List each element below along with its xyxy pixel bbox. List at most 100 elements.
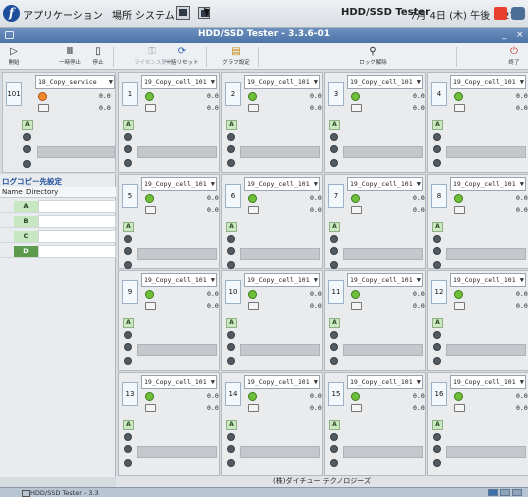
menu-applications[interactable]: アプリケーション xyxy=(23,7,103,22)
menu-places[interactable]: 場所 xyxy=(112,7,132,22)
cell-config-select[interactable]: 19_Copy_cell_101 ▼ xyxy=(450,273,526,287)
slot-a-badge[interactable]: A xyxy=(226,318,237,328)
log-copy-row[interactable]: B xyxy=(0,214,116,228)
cell-number[interactable]: 1 xyxy=(122,82,138,106)
cell-number[interactable]: 10 xyxy=(225,280,241,304)
slot-a-badge[interactable]: A xyxy=(226,222,237,232)
slot-a-badge[interactable]: A xyxy=(22,120,33,130)
cell-config-select[interactable]: 19_Copy_cell_101 ▼ xyxy=(141,177,217,191)
log-copy-directory-field[interactable] xyxy=(38,245,116,258)
update-notifier-icon[interactable] xyxy=(494,7,507,20)
slot-a-badge[interactable]: A xyxy=(432,420,443,430)
status-dot-icon xyxy=(124,445,132,453)
slot-a-badge[interactable]: A xyxy=(226,420,237,430)
cell-number[interactable]: 3 xyxy=(328,82,344,106)
status-dot-icon xyxy=(23,145,31,153)
cell-value-2: 0.0 xyxy=(207,206,219,214)
cell-number[interactable]: 9 xyxy=(122,280,138,304)
cell-value-1: 0.0 xyxy=(207,92,219,100)
cell-config-select[interactable]: 19_Copy_cell_101 ▼ xyxy=(141,273,217,287)
cell-config-select[interactable]: 19_Copy_cell_101 ▼ xyxy=(244,375,320,389)
slot-a-badge[interactable]: A xyxy=(329,222,340,232)
slot-a-badge[interactable]: A xyxy=(329,420,340,430)
cell-number[interactable]: 2 xyxy=(225,82,241,106)
cell-number[interactable]: 6 xyxy=(225,184,241,208)
slot-a-badge[interactable]: A xyxy=(226,120,237,130)
slot-a-badge[interactable]: A xyxy=(123,222,134,232)
graph-settings-button[interactable]: ▤ グラフ設定 xyxy=(218,46,254,66)
taskbar-window-button[interactable]: HDD/SSD Tester - 3.3 xyxy=(20,488,130,497)
col-directory-header[interactable]: Directory xyxy=(26,188,58,196)
start-button[interactable]: ▷ 開始 xyxy=(0,46,32,66)
slot-a-badge[interactable]: A xyxy=(123,120,134,130)
slot-a-badge[interactable]: A xyxy=(432,222,443,232)
minimize-icon[interactable]: _ xyxy=(502,31,507,40)
progress-bar xyxy=(343,248,423,260)
status-dot-icon xyxy=(433,261,441,269)
cell-number[interactable]: 11 xyxy=(328,280,344,304)
cell-config-select[interactable]: 19_Copy_cell_101 ▼ xyxy=(244,75,320,89)
cell-value-1: 0.0 xyxy=(413,194,425,202)
log-copy-directory-field[interactable] xyxy=(38,230,116,243)
cell-config-select[interactable]: 19_Copy_cell_101 ▼ xyxy=(244,177,320,191)
cell-number[interactable]: 12 xyxy=(431,280,447,304)
start-label: 開始 xyxy=(8,60,20,66)
chevron-down-icon: ▼ xyxy=(313,180,318,188)
cell-config-select[interactable]: 19_Copy_cell_101 ▼ xyxy=(450,177,526,191)
cell-number[interactable]: 16 xyxy=(431,382,447,406)
cell-config-select[interactable]: 19_Copy_cell_101 ▼ xyxy=(450,375,526,389)
test-cell: 11 19_Copy_cell_101 ▼ 0.0 0.0 A xyxy=(324,270,426,371)
log-copy-directory-field[interactable] xyxy=(38,200,116,213)
cell-config-value: 19_Copy_cell_101 xyxy=(247,180,310,188)
slot-a-badge[interactable]: A xyxy=(123,318,134,328)
window-titlebar[interactable]: HDD/SSD Tester - 3.3.6-01 _ × xyxy=(0,28,528,43)
status-dot-icon xyxy=(330,247,338,255)
slot-a-badge[interactable]: A xyxy=(329,120,340,130)
cell-config-select[interactable]: 19_Copy_cell_101 ▼ xyxy=(347,375,423,389)
unlock-button[interactable]: ⚲ ロック解除 xyxy=(355,46,391,66)
log-copy-title: ログコピー先設定 xyxy=(2,177,62,186)
slot-a-badge[interactable]: A xyxy=(432,318,443,328)
cell-config-select[interactable]: 19_Copy_cell_101 ▼ xyxy=(347,177,423,191)
service-select[interactable]: 18_Copy_service ▼ xyxy=(35,75,115,89)
volume-icon[interactable] xyxy=(511,7,525,20)
status-led-icon xyxy=(248,92,257,101)
status-dot-icon xyxy=(227,133,235,141)
stop-button[interactable]: ▯ 停止 xyxy=(80,46,116,66)
slot-a-badge[interactable]: A xyxy=(432,120,443,130)
distro-logo-icon[interactable]: f xyxy=(3,5,20,22)
progress-bar xyxy=(343,446,423,458)
close-icon[interactable]: × xyxy=(516,31,524,40)
cell-number[interactable]: 101 xyxy=(6,82,22,106)
cell-config-select[interactable]: 19_Copy_cell_101 ▼ xyxy=(347,273,423,287)
workspace-3[interactable] xyxy=(512,489,522,496)
log-copy-row[interactable]: D xyxy=(0,244,116,258)
cell-number[interactable]: 14 xyxy=(225,382,241,406)
reset-all-button[interactable]: ⟳ 一括リセット xyxy=(164,46,200,66)
col-name-header[interactable]: Name xyxy=(2,188,23,196)
cell-number[interactable]: 5 xyxy=(122,184,138,208)
menu-system[interactable]: システム xyxy=(135,7,175,22)
cell-number[interactable]: 4 xyxy=(431,82,447,106)
cell-number[interactable]: 7 xyxy=(328,184,344,208)
cell-config-select[interactable]: 19_Copy_cell_101 ▼ xyxy=(450,75,526,89)
workspace-1[interactable] xyxy=(488,489,498,496)
slot-a-badge[interactable]: A xyxy=(123,420,134,430)
reset-label: 一括リセット xyxy=(165,60,199,66)
cell-config-select[interactable]: 19_Copy_cell_101 ▼ xyxy=(141,75,217,89)
cell-config-select[interactable]: 19_Copy_cell_101 ▼ xyxy=(244,273,320,287)
log-copy-row[interactable]: C xyxy=(0,229,116,243)
cell-number[interactable]: 13 xyxy=(122,382,138,406)
workspace-2[interactable] xyxy=(500,489,510,496)
terminal-launcher-icon[interactable] xyxy=(176,6,190,20)
cell-number[interactable]: 8 xyxy=(431,184,447,208)
cell-config-select[interactable]: 19_Copy_cell_101 ▼ xyxy=(141,375,217,389)
log-copy-directory-field[interactable] xyxy=(38,215,116,228)
exit-button[interactable]: ⏻ 終了 xyxy=(496,46,528,66)
log-copy-row[interactable]: A xyxy=(0,199,116,213)
slot-a-badge[interactable]: A xyxy=(329,318,340,328)
cell-number[interactable]: 15 xyxy=(328,382,344,406)
status-dot-icon xyxy=(124,133,132,141)
cell-config-select[interactable]: 19_Copy_cell_101 ▼ xyxy=(347,75,423,89)
status-dot-icon xyxy=(227,331,235,339)
